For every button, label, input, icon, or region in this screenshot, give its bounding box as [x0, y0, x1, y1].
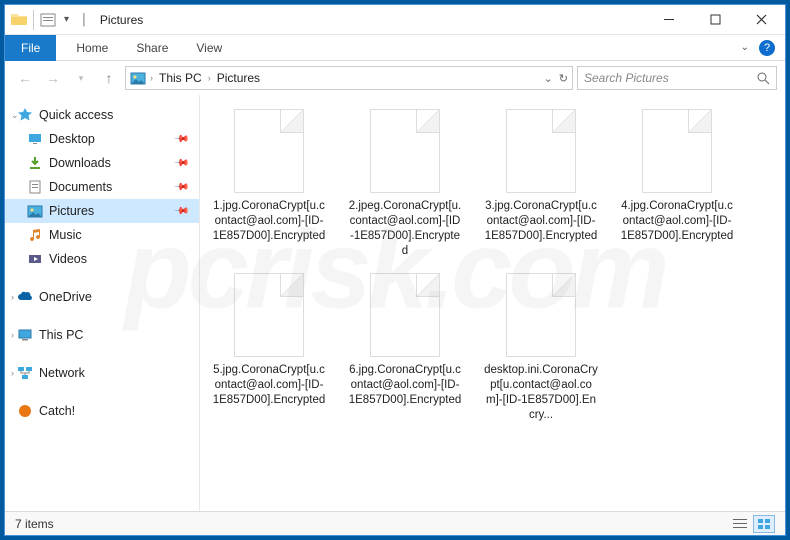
- sidebar-item-documents[interactable]: Documents 📌: [5, 175, 199, 199]
- file-icon: [234, 273, 304, 357]
- breadcrumb-pictures[interactable]: Pictures: [215, 71, 262, 85]
- file-grid[interactable]: 1.jpg.CoronaCrypt[u.contact@aol.com]-[ID…: [200, 95, 785, 511]
- cloud-icon: [17, 289, 33, 305]
- up-button[interactable]: ↑: [97, 66, 121, 90]
- ribbon: File Home Share View ⌄ ?: [5, 35, 785, 61]
- file-item[interactable]: 5.jpg.CoronaCrypt[u.contact@aol.com]-[ID…: [208, 269, 330, 427]
- sidebar-network[interactable]: › Network: [5, 361, 199, 385]
- breadcrumb-thispc[interactable]: This PC: [157, 71, 204, 85]
- expand-icon[interactable]: ›: [11, 368, 14, 378]
- file-name: 1.jpg.CoronaCrypt[u.contact@aol.com]-[ID…: [212, 199, 326, 244]
- file-icon: [370, 273, 440, 357]
- navigation-bar: ← → ▾ ↑ › This PC › Pictures ⌄ ↻ Search …: [5, 61, 785, 95]
- navigation-pane: ⌄ Quick access Desktop📌Downloads📌Documen…: [5, 95, 200, 511]
- collapse-icon[interactable]: ⌄: [11, 110, 19, 121]
- network-icon: [17, 365, 33, 381]
- qat-dropdown-icon[interactable]: ▾: [60, 14, 73, 25]
- ribbon-collapse-icon[interactable]: ⌄: [741, 42, 749, 53]
- file-name: 6.jpg.CoronaCrypt[u.contact@aol.com]-[ID…: [348, 363, 462, 408]
- file-icon: [506, 273, 576, 357]
- titlebar: ▾ │ Pictures: [5, 5, 785, 35]
- expand-icon[interactable]: ›: [11, 292, 14, 302]
- file-item[interactable]: 2.jpeg.CoronaCrypt[u.contact@aol.com]-[I…: [344, 105, 466, 263]
- documents-icon: [27, 179, 43, 195]
- search-input[interactable]: Search Pictures: [577, 66, 777, 90]
- file-name: 4.jpg.CoronaCrypt[u.contact@aol.com]-[ID…: [620, 199, 734, 244]
- sidebar-quick-access[interactable]: ⌄ Quick access: [5, 103, 199, 127]
- properties-icon[interactable]: [40, 12, 56, 28]
- sidebar-item-videos[interactable]: Videos: [5, 247, 199, 271]
- explorer-window: ▾ │ Pictures File Home Share View ⌄ ? ←: [4, 4, 786, 536]
- file-name: 3.jpg.CoronaCrypt[u.contact@aol.com]-[ID…: [484, 199, 598, 244]
- pictures-icon: [130, 70, 146, 86]
- address-bar[interactable]: › This PC › Pictures ⌄ ↻: [125, 66, 573, 90]
- sidebar-item-downloads[interactable]: Downloads 📌: [5, 151, 199, 175]
- minimize-button[interactable]: [647, 5, 693, 35]
- star-icon: [17, 107, 33, 123]
- file-tab[interactable]: File: [5, 35, 56, 61]
- help-icon[interactable]: ?: [759, 40, 775, 56]
- file-item[interactable]: 3.jpg.CoronaCrypt[u.contact@aol.com]-[ID…: [480, 105, 602, 263]
- address-dropdown-icon[interactable]: ⌄: [544, 72, 553, 85]
- file-icon: [506, 109, 576, 193]
- desktop-icon: [27, 131, 43, 147]
- refresh-icon[interactable]: ↻: [559, 72, 568, 85]
- videos-icon: [27, 251, 43, 267]
- file-icon: [642, 109, 712, 193]
- pin-icon: 📌: [172, 203, 189, 220]
- music-icon: [27, 227, 43, 243]
- maximize-button[interactable]: [693, 5, 739, 35]
- forward-button[interactable]: →: [41, 66, 65, 90]
- tab-share[interactable]: Share: [122, 35, 182, 61]
- pin-icon: 📌: [172, 179, 189, 196]
- catch-icon: [17, 403, 33, 419]
- file-item[interactable]: 1.jpg.CoronaCrypt[u.contact@aol.com]-[ID…: [208, 105, 330, 263]
- file-name: 2.jpeg.CoronaCrypt[u.contact@aol.com]-[I…: [348, 199, 462, 259]
- large-icons-view-button[interactable]: [753, 515, 775, 533]
- sidebar-item-label: Documents: [49, 180, 112, 194]
- status-bar: 7 items: [5, 511, 785, 535]
- close-button[interactable]: [739, 5, 785, 35]
- file-item[interactable]: 4.jpg.CoronaCrypt[u.contact@aol.com]-[ID…: [616, 105, 738, 263]
- tab-home[interactable]: Home: [62, 35, 122, 61]
- sidebar-item-pictures[interactable]: Pictures 📌: [5, 199, 199, 223]
- titlebar-separator: │: [77, 14, 92, 26]
- pin-icon: 📌: [172, 155, 189, 172]
- file-name: desktop.ini.CoronaCrypt[u.contact@aol.co…: [484, 363, 598, 423]
- sidebar-onedrive[interactable]: › OneDrive: [5, 285, 199, 309]
- sidebar-item-label: Pictures: [49, 204, 94, 218]
- details-view-button[interactable]: [729, 515, 751, 533]
- file-icon: [234, 109, 304, 193]
- window-title: Pictures: [96, 13, 143, 27]
- file-name: 5.jpg.CoronaCrypt[u.contact@aol.com]-[ID…: [212, 363, 326, 408]
- folder-icon: [11, 12, 27, 28]
- sidebar-item-label: Music: [49, 228, 82, 242]
- tab-view[interactable]: View: [182, 35, 236, 61]
- file-item[interactable]: desktop.ini.CoronaCrypt[u.contact@aol.co…: [480, 269, 602, 427]
- sidebar-catch[interactable]: Catch!: [5, 399, 199, 423]
- downloads-icon: [27, 155, 43, 171]
- recent-locations-icon[interactable]: ▾: [69, 66, 93, 90]
- search-icon: [757, 72, 770, 85]
- sidebar-item-music[interactable]: Music: [5, 223, 199, 247]
- back-button[interactable]: ←: [13, 66, 37, 90]
- file-icon: [370, 109, 440, 193]
- sidebar-item-label: Videos: [49, 252, 87, 266]
- pc-icon: [17, 327, 33, 343]
- sidebar-this-pc[interactable]: › This PC: [5, 323, 199, 347]
- pin-icon: 📌: [172, 131, 189, 148]
- sidebar-item-label: Desktop: [49, 132, 95, 146]
- sidebar-item-desktop[interactable]: Desktop 📌: [5, 127, 199, 151]
- chevron-right-icon[interactable]: ›: [206, 73, 213, 83]
- chevron-right-icon[interactable]: ›: [148, 73, 155, 83]
- sidebar-item-label: Downloads: [49, 156, 111, 170]
- expand-icon[interactable]: ›: [11, 330, 14, 340]
- pictures-icon: [27, 203, 43, 219]
- item-count: 7 items: [15, 517, 54, 531]
- file-item[interactable]: 6.jpg.CoronaCrypt[u.contact@aol.com]-[ID…: [344, 269, 466, 427]
